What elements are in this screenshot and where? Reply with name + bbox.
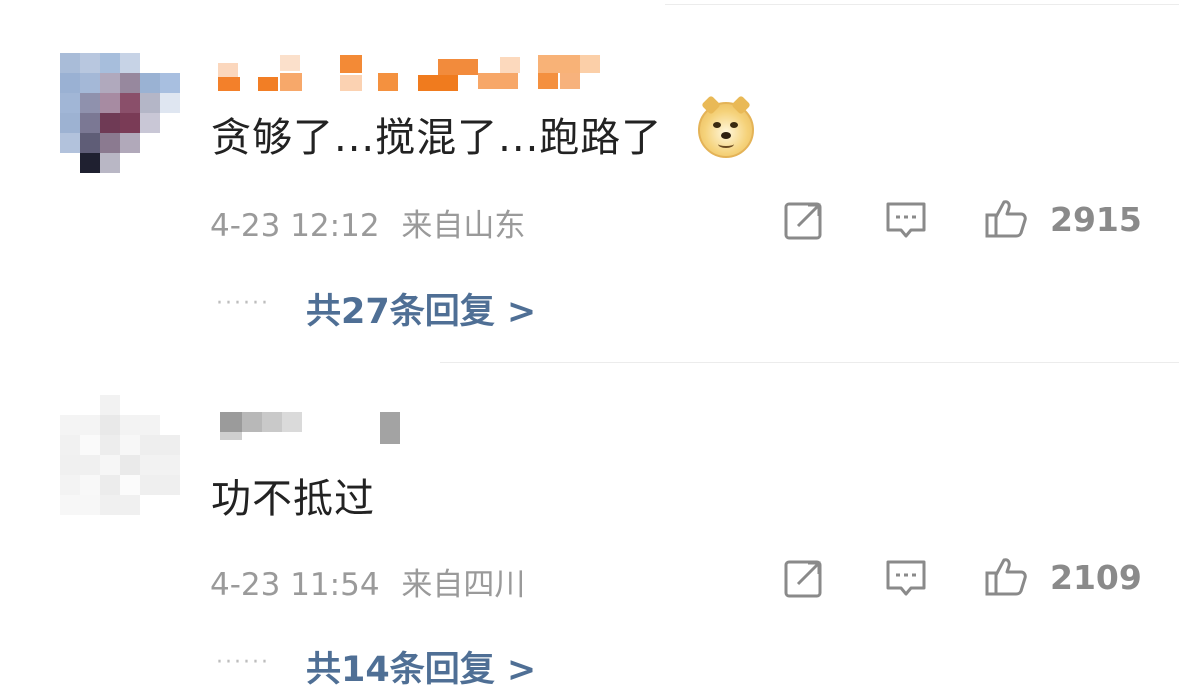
reply-dots: ······ — [216, 291, 270, 316]
username[interactable] — [220, 412, 402, 444]
top-divider — [665, 4, 1179, 5]
avatar[interactable] — [60, 53, 180, 173]
share-icon[interactable] — [782, 556, 826, 600]
username[interactable] — [218, 55, 608, 93]
location: 来自山东 — [401, 208, 526, 244]
share-icon[interactable] — [782, 198, 826, 242]
location: 来自四川 — [401, 567, 526, 603]
comment-icon[interactable] — [884, 556, 928, 600]
timestamp: 4-23 11:54 — [210, 567, 380, 603]
avatar[interactable] — [60, 395, 180, 515]
reply-dots: ······ — [216, 650, 270, 675]
view-replies-link[interactable]: 共27条回复 > — [306, 283, 536, 334]
comment-text: 功不抵过 — [211, 476, 375, 522]
view-replies-link[interactable]: 共14条回复 > — [306, 641, 536, 692]
like-count: 2915 — [1050, 200, 1142, 239]
comment-meta: 4-23 12:12 来自山东 — [210, 200, 525, 245]
timestamp: 4-23 12:12 — [210, 208, 380, 244]
like-icon[interactable] — [984, 554, 1028, 598]
comment-text: 贪够了...搅混了...跑路了 — [211, 115, 663, 161]
comment-divider — [440, 362, 1179, 363]
doge-icon — [698, 95, 754, 158]
comment-icon[interactable] — [884, 198, 928, 242]
like-count: 2109 — [1050, 558, 1142, 597]
like-icon[interactable] — [984, 196, 1028, 240]
comment-meta: 4-23 11:54 来自四川 — [210, 559, 525, 604]
